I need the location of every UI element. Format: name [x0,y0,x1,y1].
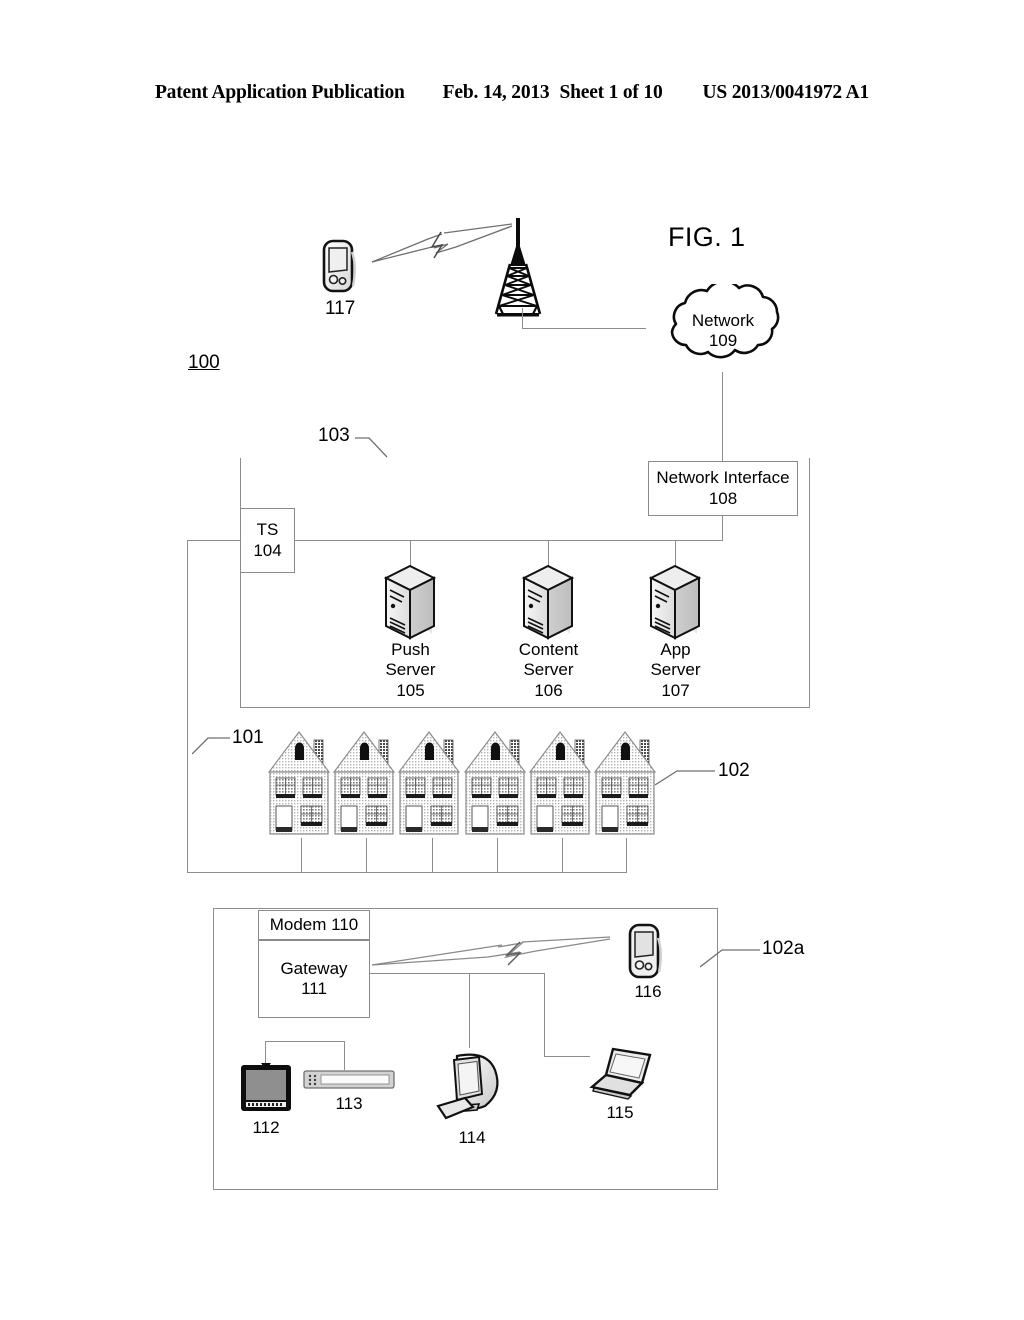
house-icon [593,728,661,838]
mobile-remote-ref: 117 [325,298,356,319]
gateway-ref: 111 [301,979,327,998]
laptop-link-wire [544,1056,590,1057]
premises-detail-leader-line [699,943,762,971]
headend-ref-103: 103 [318,425,350,446]
gateway-to-pc-wire [469,973,470,1048]
cell-tower-icon [488,218,548,318]
publication-header: Patent Application Publication Feb. 14, … [0,82,1024,104]
headend-bus-wire [295,540,722,541]
distribution-down-wire [187,540,188,873]
network-cloud-label: Network [691,311,755,330]
set-top-box-icon [303,1068,395,1092]
patent-figure-page: Patent Application Publication Feb. 14, … [0,0,1024,1320]
push-server-ref: 105 [396,681,425,700]
house-drop-wire [626,838,627,873]
house-icon [528,728,596,838]
modem-box: Modem 110 [258,910,370,940]
desktop-computer-icon [435,1048,515,1126]
interface-to-bus-wire [722,516,723,541]
laptop-icon [586,1043,658,1105]
links-leader-line [191,730,234,760]
tv-stb-bracket-wire [265,1041,345,1042]
house-icon [397,728,465,838]
network-interface-box: Network Interface 108 [648,461,798,516]
network-interface-ref: 108 [708,488,738,508]
server-icon [516,562,582,644]
server-icon [643,562,709,644]
house-drop-wire [301,838,302,873]
headend-leader-line [355,430,405,460]
publication-date: Feb. 14, 2013 [442,82,550,103]
links-ref-101: 101 [232,727,264,748]
stb-riser-wire [344,1041,345,1070]
tower-to-cloud-wire [522,328,646,329]
system-ref-100: 100 [188,352,220,373]
premises-group-ref-102: 102 [718,760,750,781]
house-icon [267,728,335,838]
house-drop-wire [432,838,433,873]
gateway-to-laptop-wire [544,973,545,1056]
wireless-device-ref: 116 [634,982,662,1001]
set-top-box-ref: 113 [335,1094,363,1113]
house-drop-wire [366,838,367,873]
ts-to-distribution-wire [187,540,241,541]
termination-system-box: TS 104 [240,508,295,573]
network-cloud-ref: 109 [708,331,738,350]
house-drop-wire [497,838,498,873]
cloud-to-interface-wire [722,372,723,462]
wireless-signal-icon [370,935,620,977]
personal-computer-ref: 114 [458,1128,486,1147]
premises-detail-ref-102a: 102a [762,938,805,959]
gateway-box: Gateway 111 [258,940,370,1018]
figure-title: FIG. 1 [668,222,746,252]
network-interface-label: Network Interface [656,468,790,488]
display-device-ref: 112 [252,1118,280,1137]
mobile-phone-icon [622,922,670,982]
termination-system-ref: 104 [253,540,282,560]
termination-system-label: TS [256,520,279,540]
house-icon [463,728,531,838]
gateway-label: Gateway [280,958,348,978]
modem-label: Modem 110 [269,914,359,934]
app-server-ref: 107 [661,681,690,700]
sheet-number: Sheet 1 of 10 [559,82,663,103]
tower-drop-wire [522,308,523,328]
house-icon [332,728,400,838]
content-server-label: Content Server [518,640,579,680]
publication-title: Patent Application Publication [154,82,405,103]
television-icon [239,1063,293,1115]
laptop-computer-ref: 115 [606,1103,634,1122]
premises-bus-wire [187,872,627,873]
app-server-label: App Server [650,640,701,680]
premises-house-row [267,728,667,838]
push-server-label: Push Server [385,640,436,680]
house-drop-wire [562,838,563,873]
server-icon [378,562,444,644]
content-server-ref: 106 [534,681,563,700]
mobile-phone-icon [316,238,364,296]
publication-number: US 2013/0041972 A1 [702,82,870,103]
